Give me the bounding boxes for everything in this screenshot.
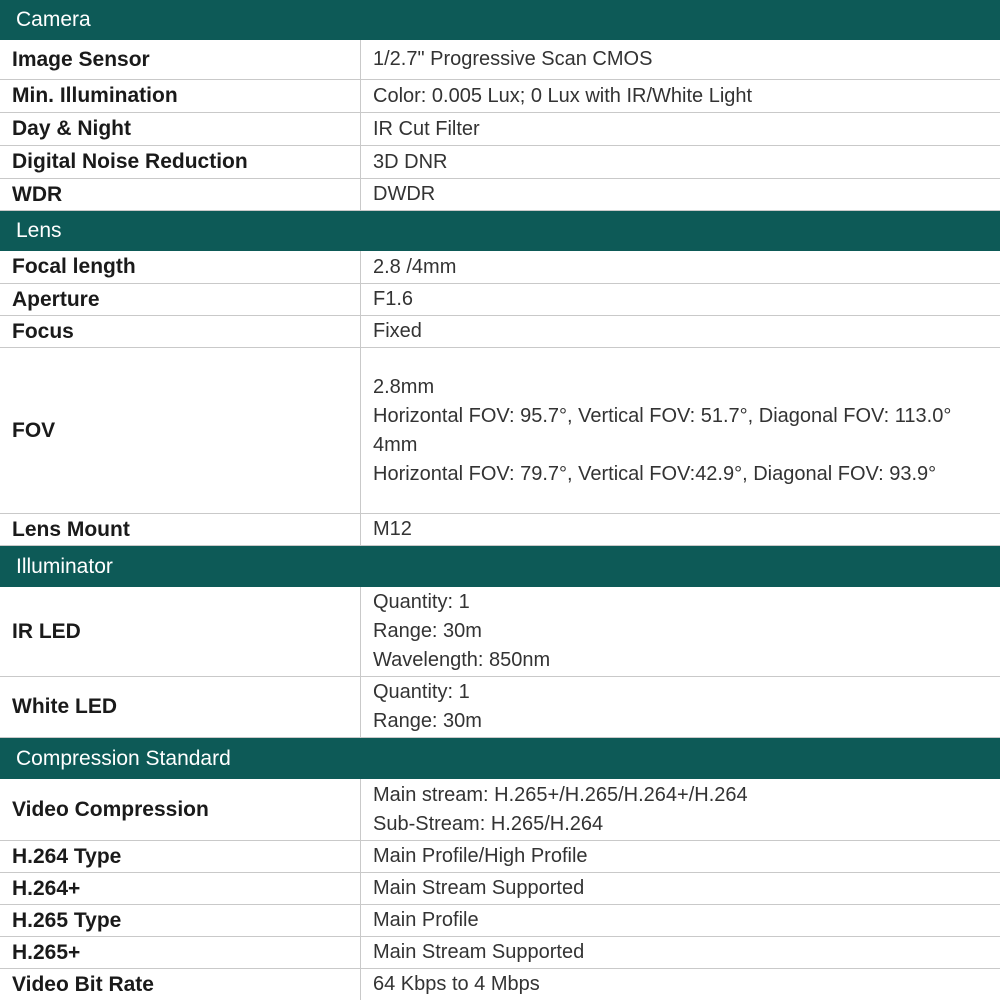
spec-label: H.264+ xyxy=(0,873,361,904)
spec-value-line: IR Cut Filter xyxy=(373,117,480,140)
spec-label: Image Sensor xyxy=(0,40,361,79)
spec-value-line: Color: 0.005 Lux; 0 Lux with IR/White Li… xyxy=(373,84,753,107)
spec-row-image-sensor: Image Sensor 1/2.7" Progressive Scan CMO… xyxy=(0,40,1000,80)
spec-label: H.265+ xyxy=(0,937,361,968)
spec-label: Lens Mount xyxy=(0,514,361,545)
spec-value-line: Main Profile/High Profile xyxy=(373,845,588,867)
spec-value-line: Range: 30m xyxy=(373,710,482,732)
spec-label: Focus xyxy=(0,316,361,347)
spec-value: Main Profile xyxy=(361,905,1000,936)
spec-value: 2.8 /4mm xyxy=(361,251,1000,283)
spec-value: M12 xyxy=(361,514,1000,545)
spec-value-line: Horizontal FOV: 79.7°, Vertical FOV:42.9… xyxy=(373,462,937,485)
section-title: Illuminator xyxy=(16,554,113,578)
spec-row-aperture: Aperture F1.6 xyxy=(0,284,1000,316)
spec-row-digital-noise-reduction: Digital Noise Reduction 3D DNR xyxy=(0,146,1000,179)
spec-value-line: 1/2.7" Progressive Scan CMOS xyxy=(373,48,653,70)
section-title: Lens xyxy=(16,219,62,242)
spec-value-line: Sub-Stream: H.265/H.264 xyxy=(373,812,604,835)
spec-label: Focal length xyxy=(0,251,361,283)
section-header-camera: Camera xyxy=(0,0,1000,40)
spec-value: Quantity: 1 Range: 30m xyxy=(361,677,1000,737)
spec-value: Main Stream Supported xyxy=(361,873,1000,904)
spec-label: Digital Noise Reduction xyxy=(0,146,361,178)
spec-value-line: DWDR xyxy=(373,183,436,205)
section-header-lens: Lens xyxy=(0,211,1000,251)
spec-sheet: Camera Image Sensor 1/2.7" Progressive S… xyxy=(0,0,1000,1000)
spec-value-line: Fixed xyxy=(373,320,422,342)
spec-label: H.265 Type xyxy=(0,905,361,936)
spec-value: Main Stream Supported xyxy=(361,937,1000,968)
spec-row-min-illumination: Min. Illumination Color: 0.005 Lux; 0 Lu… xyxy=(0,80,1000,113)
spec-label: Video Compression xyxy=(0,779,361,840)
spec-label: H.264 Type xyxy=(0,841,361,872)
section-header-compression-standard: Compression Standard xyxy=(0,738,1000,779)
spec-value-line: Main Stream Supported xyxy=(373,941,585,963)
spec-label: Aperture xyxy=(0,284,361,315)
spec-value-line: Range: 30m xyxy=(373,620,482,642)
spec-row-fov: FOV 2.8mm Horizontal FOV: 95.7°, Vertica… xyxy=(0,348,1000,514)
spec-value: Fixed xyxy=(361,316,1000,347)
spec-value-line: Quantity: 1 xyxy=(373,681,470,703)
spec-value-line: 64 Kbps to 4 Mbps xyxy=(373,973,540,995)
spec-row-ir-led: IR LED Quantity: 1 Range: 30m Wavelength… xyxy=(0,587,1000,677)
spec-value-line: Main stream: H.265+/H.265/H.264+/H.264 xyxy=(373,783,748,806)
spec-value: 1/2.7" Progressive Scan CMOS xyxy=(361,40,1000,79)
spec-label: IR LED xyxy=(0,587,361,676)
spec-row-white-led: White LED Quantity: 1 Range: 30m xyxy=(0,677,1000,738)
spec-row-focal-length: Focal length 2.8 /4mm xyxy=(0,251,1000,284)
spec-label: Video Bit Rate xyxy=(0,969,361,1000)
spec-label: FOV xyxy=(0,348,361,513)
spec-label: Min. Illumination xyxy=(0,80,361,112)
spec-value-line: 4mm xyxy=(373,433,418,456)
spec-value: Main stream: H.265+/H.265/H.264+/H.264 S… xyxy=(361,779,1000,840)
spec-label: Day & Night xyxy=(0,113,361,145)
spec-value: IR Cut Filter xyxy=(361,113,1000,145)
spec-value-line: Quantity: 1 xyxy=(373,591,470,613)
spec-value: Main Profile/High Profile xyxy=(361,841,1000,872)
spec-value: Quantity: 1 Range: 30m Wavelength: 850nm xyxy=(361,587,1000,676)
spec-value: Color: 0.005 Lux; 0 Lux with IR/White Li… xyxy=(361,80,1000,112)
spec-row-video-compression: Video Compression Main stream: H.265+/H.… xyxy=(0,779,1000,841)
spec-row-focus: Focus Fixed xyxy=(0,316,1000,348)
spec-row-wdr: WDR DWDR xyxy=(0,179,1000,211)
spec-value-line: Main Stream Supported xyxy=(373,877,585,899)
spec-row-h265-plus: H.265+ Main Stream Supported xyxy=(0,937,1000,969)
section-title: Camera xyxy=(16,8,91,31)
spec-row-lens-mount: Lens Mount M12 xyxy=(0,514,1000,546)
spec-row-h264-type: H.264 Type Main Profile/High Profile xyxy=(0,841,1000,873)
spec-value-line: Main Profile xyxy=(373,909,479,931)
spec-value-line: 3D DNR xyxy=(373,150,448,173)
spec-value-line: Wavelength: 850nm xyxy=(373,649,551,671)
spec-value: F1.6 xyxy=(361,284,1000,315)
spec-value-line: Horizontal FOV: 95.7°, Vertical FOV: 51.… xyxy=(373,404,952,427)
spec-label: White LED xyxy=(0,677,361,737)
spec-row-day-night: Day & Night IR Cut Filter xyxy=(0,113,1000,146)
section-header-illuminator: Illuminator xyxy=(0,546,1000,587)
spec-value-line: 2.8 /4mm xyxy=(373,255,457,278)
spec-row-h265-type: H.265 Type Main Profile xyxy=(0,905,1000,937)
spec-value: 2.8mm Horizontal FOV: 95.7°, Vertical FO… xyxy=(361,348,1000,513)
spec-label: WDR xyxy=(0,179,361,210)
spec-value-line: M12 xyxy=(373,518,412,540)
spec-row-video-bit-rate: Video Bit Rate 64 Kbps to 4 Mbps xyxy=(0,969,1000,1000)
spec-value-line: 2.8mm xyxy=(373,375,435,398)
spec-value: 3D DNR xyxy=(361,146,1000,178)
spec-row-h264-plus: H.264+ Main Stream Supported xyxy=(0,873,1000,905)
spec-value-line: F1.6 xyxy=(373,288,414,310)
section-title: Compression Standard xyxy=(16,746,231,770)
spec-value: 64 Kbps to 4 Mbps xyxy=(361,969,1000,1000)
spec-value: DWDR xyxy=(361,179,1000,210)
